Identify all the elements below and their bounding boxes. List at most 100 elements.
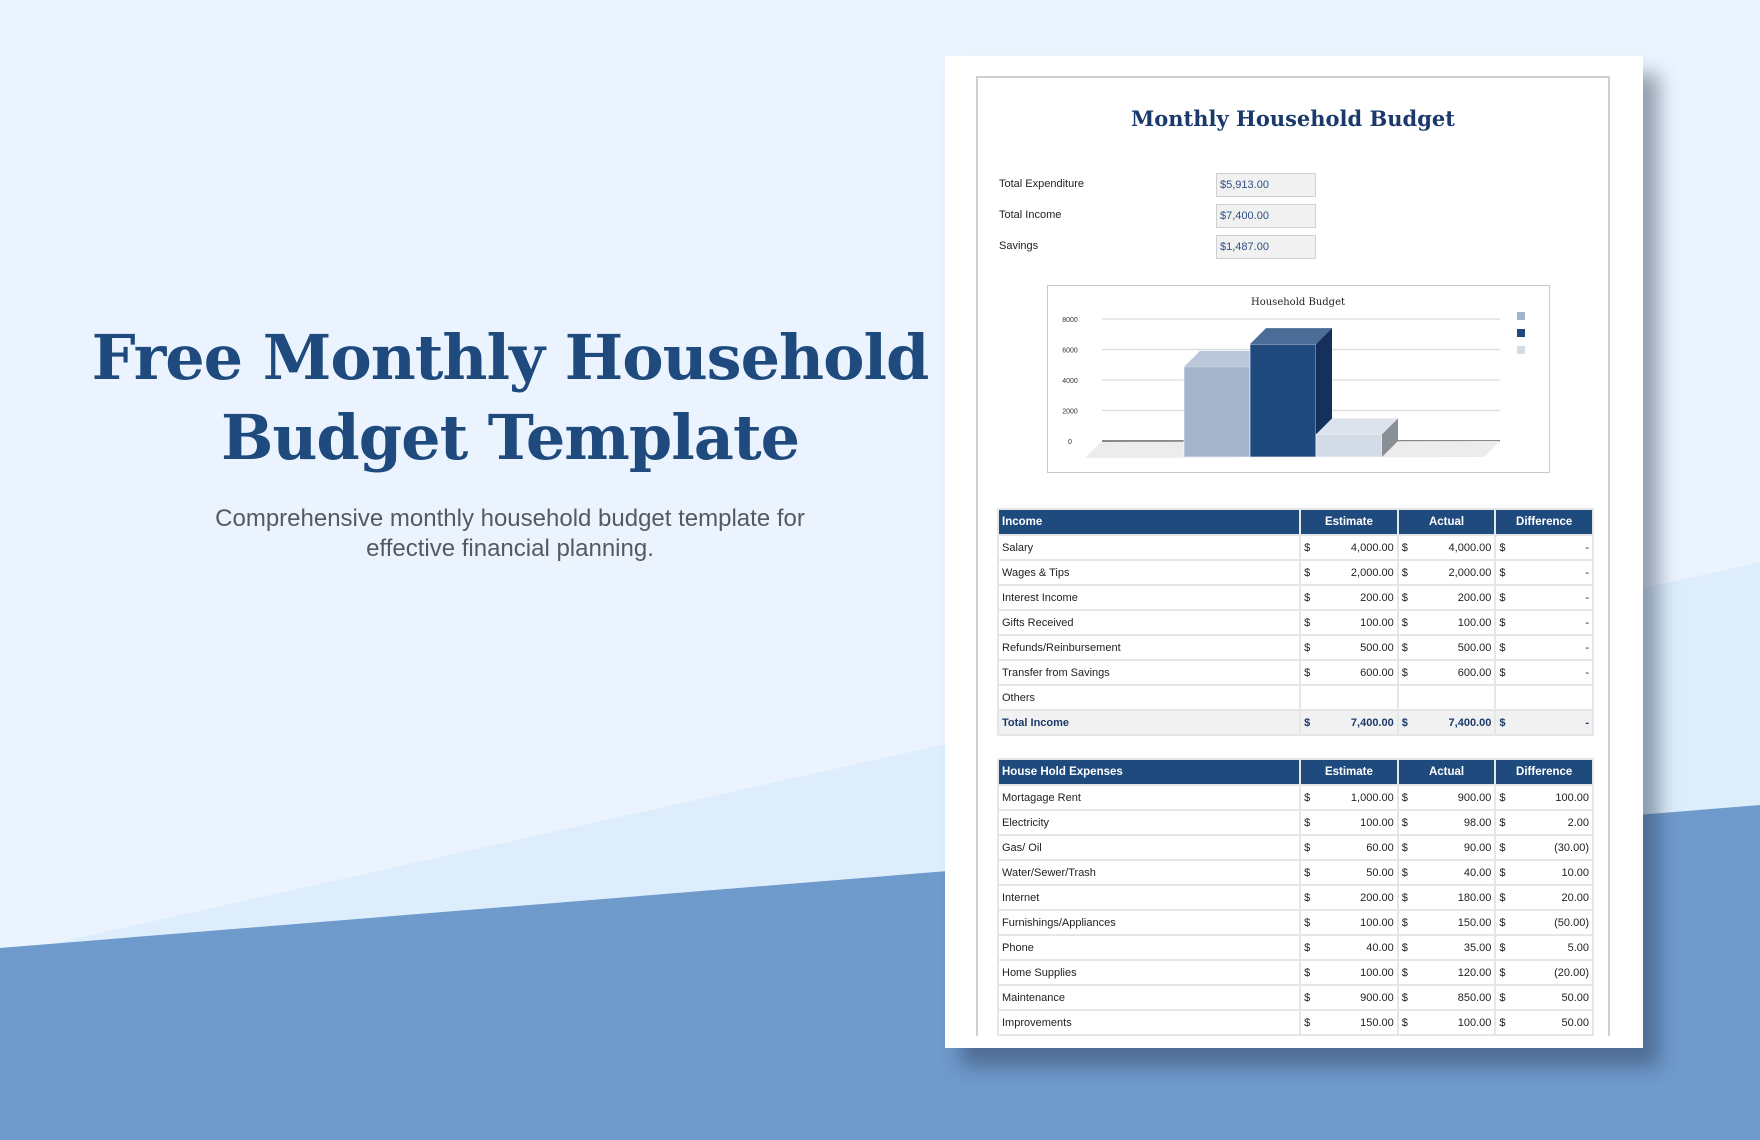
estimate: $50.00 <box>1299 859 1399 886</box>
estimate: $900.00 <box>1299 984 1399 1011</box>
difference-value: - <box>1585 616 1589 629</box>
currency-symbol: $ <box>1304 816 1311 829</box>
currency-symbol: $ <box>1401 791 1408 804</box>
estimate-value: 60.00 <box>1366 841 1394 854</box>
estimate: $600.00 <box>1299 659 1399 686</box>
table-row: Furnishings/Appliances $100.00 $150.00 $ (50… <box>996 909 1594 936</box>
actual-value: 850.00 <box>1457 991 1492 1004</box>
category: Electricity <box>996 809 1302 836</box>
currency-symbol: $ <box>1401 891 1408 904</box>
category: Internet <box>996 884 1302 911</box>
y-tick-label: 4000 <box>1062 378 1078 385</box>
difference-value: - <box>1585 541 1589 554</box>
currency-symbol: $ <box>1401 966 1408 979</box>
estimate: $1,000.00 <box>1299 784 1399 811</box>
estimate-value: 100.00 <box>1360 616 1394 629</box>
difference-value: - <box>1585 566 1589 579</box>
hero-title-line2: Budget Template <box>220 401 800 474</box>
difference-value: - <box>1585 591 1589 604</box>
difference-value: - <box>1585 666 1589 679</box>
estimate-value: 1,000.00 <box>1350 791 1394 804</box>
actual: $4,000.00 <box>1396 534 1497 561</box>
category: Total Income <box>996 709 1302 736</box>
actual: $35.00 <box>1396 934 1497 961</box>
category-label: Water/Sewer/Trash <box>1002 866 1096 879</box>
difference: $ (30.00) <box>1494 834 1594 861</box>
table-row: Internet $200.00 $180.00 $20.00 <box>996 884 1594 911</box>
difference-value: 20.00 <box>1561 891 1589 904</box>
category-label: Phone <box>1002 941 1034 954</box>
currency-symbol: $ <box>1304 1016 1311 1029</box>
currency-symbol: $ <box>1304 791 1311 804</box>
y-tick-label: 8000 <box>1062 317 1078 324</box>
currency-symbol: $ <box>1499 616 1506 629</box>
difference: $ - <box>1494 534 1594 561</box>
category-label: Transfer from Savings <box>1002 666 1110 679</box>
difference: $ - <box>1494 609 1594 636</box>
summary-value: $5,913.00 <box>1216 173 1316 197</box>
estimate: $200.00 <box>1299 584 1399 611</box>
currency-symbol: $ <box>1304 541 1311 554</box>
currency-symbol: $ <box>1304 866 1311 879</box>
table-row: Mortagage Rent $1,000.00 $900.00 $100.00 <box>996 784 1594 811</box>
actual: $40.00 <box>1396 859 1497 886</box>
legend-swatch-2 <box>1517 329 1525 337</box>
actual: $2,000.00 <box>1396 559 1497 586</box>
actual: $180.00 <box>1396 884 1497 911</box>
difference: $100.00 <box>1494 784 1594 811</box>
summary-value: $1,487.00 <box>1216 235 1316 259</box>
header-income: Income <box>996 508 1302 536</box>
actual-value: 4,000.00 <box>1448 541 1492 554</box>
table-row: Improvements $150.00 $100.00 $50.00 <box>996 1009 1594 1036</box>
estimate-value: 4,000.00 <box>1350 541 1394 554</box>
currency-symbol: $ <box>1401 941 1408 954</box>
bar-3 <box>1315 418 1398 458</box>
difference: $ (50.00) <box>1494 909 1594 936</box>
legend-swatch-1 <box>1517 312 1525 320</box>
table-row: Maintenance $900.00 $850.00 $50.00 <box>996 984 1594 1011</box>
summary-label: Savings <box>999 240 1039 252</box>
currency-symbol: $ <box>1499 1016 1506 1029</box>
estimate-value: 40.00 <box>1366 941 1394 954</box>
header-estimate: Estimate <box>1299 508 1399 536</box>
bar-front <box>1183 366 1251 458</box>
header-household-expenses: House Hold Expenses <box>996 758 1302 786</box>
category-label: Total Income <box>1002 716 1070 729</box>
table-row: Gas/ Oil $60.00 $90.00 $ (30.00) <box>996 834 1594 861</box>
currency-symbol: $ <box>1401 666 1408 679</box>
difference: $10.00 <box>1494 859 1594 886</box>
currency-symbol: $ <box>1499 566 1506 579</box>
category-label: Refunds/Reinbursement <box>1002 641 1121 654</box>
summary-label: Total Income <box>999 209 1062 221</box>
currency-symbol: $ <box>1499 791 1506 804</box>
currency-symbol: $ <box>1499 966 1506 979</box>
difference: $2.00 <box>1494 809 1594 836</box>
hero-title-line1: Free Monthly Household <box>91 321 930 394</box>
actual: $200.00 <box>1396 584 1497 611</box>
estimate-value: 500.00 <box>1360 641 1394 654</box>
category: Improvements <box>996 1009 1302 1036</box>
actual: $850.00 <box>1396 984 1497 1011</box>
category: Wages & Tips <box>996 559 1302 586</box>
summary-value: $7,400.00 <box>1216 204 1316 228</box>
difference <box>1494 684 1594 711</box>
currency-symbol: $ <box>1401 716 1408 729</box>
hero-title: Free Monthly Household Budget Template <box>70 318 950 478</box>
income-table-header: Income Estimate Actual Difference <box>996 508 1594 536</box>
estimate-value: 150.00 <box>1360 1016 1394 1029</box>
category: Interest Income <box>996 584 1302 611</box>
header-estimate: Estimate <box>1299 758 1399 786</box>
difference: $50.00 <box>1494 1009 1594 1036</box>
actual: $500.00 <box>1396 634 1497 661</box>
currency-symbol: $ <box>1499 841 1506 854</box>
currency-symbol: $ <box>1401 541 1408 554</box>
table-row: Phone $40.00 $35.00 $5.00 <box>996 934 1594 961</box>
actual-value: 90.00 <box>1463 841 1492 854</box>
difference: $ - <box>1494 584 1594 611</box>
difference-value: 50.00 <box>1561 991 1589 1004</box>
difference: $50.00 <box>1494 984 1594 1011</box>
difference-value: - <box>1585 716 1589 729</box>
table-row: Others <box>996 684 1594 711</box>
difference-value: 5.00 <box>1567 941 1589 954</box>
category-label: Wages & Tips <box>1002 566 1070 579</box>
